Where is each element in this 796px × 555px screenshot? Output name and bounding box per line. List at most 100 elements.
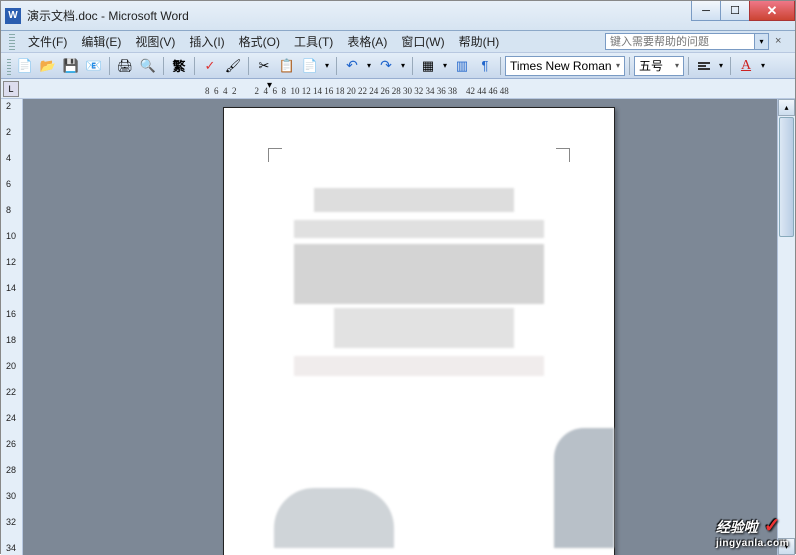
- undo-dropdown[interactable]: ▾: [364, 55, 374, 77]
- columns-button[interactable]: [451, 55, 473, 77]
- menu-format[interactable]: 格式(O): [232, 33, 287, 50]
- help-input[interactable]: [605, 33, 755, 50]
- separator: [500, 57, 501, 75]
- watermark: 经验啦 ✓ jingyanla.com: [716, 513, 789, 549]
- separator: [248, 57, 249, 75]
- format-painter-button[interactable]: [222, 55, 244, 77]
- align-button[interactable]: [693, 55, 715, 77]
- menu-insert[interactable]: 插入(I): [182, 33, 231, 50]
- save-button[interactable]: [60, 55, 82, 77]
- copy-button[interactable]: [276, 55, 298, 77]
- help-dropdown-icon[interactable]: ▾: [755, 33, 769, 50]
- paragraph-icon: [482, 58, 489, 73]
- menu-help[interactable]: 帮助(H): [452, 33, 507, 50]
- document-viewport[interactable]: [23, 99, 795, 555]
- separator: [163, 57, 164, 75]
- menu-edit[interactable]: 编辑(E): [74, 33, 128, 50]
- menu-close-icon[interactable]: ×: [775, 35, 789, 49]
- margin-mark-tr: [556, 148, 570, 162]
- font-name-value: Times New Roman: [510, 59, 612, 73]
- v-tick: 20: [6, 361, 16, 371]
- font-size-value: 五号: [639, 57, 663, 74]
- preview-button[interactable]: [137, 55, 159, 77]
- font-name-combo[interactable]: Times New Roman ▾: [505, 56, 625, 76]
- maximize-button[interactable]: ☐: [720, 1, 750, 21]
- ruler-ticks: 8 6 4 2 2 4 6 8 10 12 14 16 18 20 22 24 …: [205, 86, 509, 96]
- chevron-down-icon: ▾: [675, 61, 679, 70]
- paste-dropdown[interactable]: ▾: [322, 55, 332, 77]
- vertical-scrollbar[interactable]: ▴ ▾: [777, 99, 795, 555]
- mail-button[interactable]: [83, 55, 105, 77]
- horizontal-ruler-row: L 8 6 4 2 2 4 6 8 10 12 14 16 18 20 22 2…: [1, 79, 795, 99]
- separator: [629, 57, 630, 75]
- indent-marker-icon[interactable]: ▾: [267, 80, 272, 91]
- table-dropdown[interactable]: ▾: [440, 55, 450, 77]
- window-controls: ─ ☐ ✕: [692, 1, 795, 21]
- v-tick: 12: [6, 257, 16, 267]
- tab-selector[interactable]: L: [3, 81, 19, 97]
- menu-tools[interactable]: 工具(T): [287, 33, 340, 50]
- cut-button[interactable]: [253, 55, 275, 77]
- menu-view[interactable]: 视图(V): [128, 33, 182, 50]
- menu-file[interactable]: 文件(F): [21, 33, 74, 50]
- new-icon: [17, 58, 33, 74]
- paste-button[interactable]: [299, 55, 321, 77]
- check-icon: ✓: [764, 515, 781, 537]
- document-workspace: 2 2 4 6 8 10 12 14 16 18 20 22 24 26 28 …: [1, 99, 795, 555]
- scroll-thumb[interactable]: [779, 117, 794, 237]
- scroll-up-button[interactable]: ▴: [778, 99, 795, 116]
- standard-toolbar: 繁 ▾ ▾ ▾ ▾ Times New Roman ▾ 五号 ▾ ▾ A ▾: [1, 53, 795, 79]
- v-tick: 8: [6, 205, 11, 215]
- redacted-content: [274, 488, 394, 548]
- font-color-dropdown[interactable]: ▾: [758, 55, 768, 77]
- chevron-down-icon: ▾: [616, 61, 620, 70]
- undo-button[interactable]: [341, 55, 363, 77]
- cut-icon: [259, 58, 270, 74]
- open-button[interactable]: [37, 55, 59, 77]
- simplified-toggle[interactable]: 繁: [168, 55, 190, 77]
- redacted-content: [314, 188, 514, 212]
- redo-dropdown[interactable]: ▾: [398, 55, 408, 77]
- separator: [730, 57, 731, 75]
- align-left-icon: [698, 62, 710, 70]
- new-doc-button[interactable]: [14, 55, 36, 77]
- minimize-button[interactable]: ─: [691, 1, 721, 21]
- document-page[interactable]: [223, 107, 615, 555]
- insert-table-button[interactable]: [417, 55, 439, 77]
- undo-icon: [346, 57, 358, 74]
- menu-window[interactable]: 窗口(W): [394, 33, 451, 50]
- print-button[interactable]: [114, 55, 136, 77]
- preview-icon: [140, 58, 156, 74]
- separator: [194, 57, 195, 75]
- redacted-content: [334, 308, 514, 348]
- margin-mark-tl: [268, 148, 282, 162]
- v-tick: 24: [6, 413, 16, 423]
- menu-table[interactable]: 表格(A): [340, 33, 394, 50]
- align-dropdown[interactable]: ▾: [716, 55, 726, 77]
- font-color-button[interactable]: A: [735, 55, 757, 77]
- vertical-ruler[interactable]: 2 2 4 6 8 10 12 14 16 18 20 22 24 26 28 …: [1, 99, 23, 555]
- show-marks-button[interactable]: [474, 55, 496, 77]
- mail-icon: [86, 58, 102, 74]
- v-tick: 14: [6, 283, 16, 293]
- v-tick: 6: [6, 179, 11, 189]
- menu-bar: 文件(F) 编辑(E) 视图(V) 插入(I) 格式(O) 工具(T) 表格(A…: [1, 31, 795, 53]
- v-tick: 18: [6, 335, 16, 345]
- separator: [109, 57, 110, 75]
- spellcheck-button[interactable]: [199, 55, 221, 77]
- save-icon: [63, 58, 79, 74]
- font-size-combo[interactable]: 五号 ▾: [634, 56, 684, 76]
- print-icon: [117, 58, 134, 74]
- paste-icon: [302, 58, 318, 74]
- table-icon: [422, 58, 434, 74]
- redo-button[interactable]: [375, 55, 397, 77]
- menubar-grip: [9, 34, 15, 50]
- v-tick: 26: [6, 439, 16, 449]
- redo-icon: [380, 57, 392, 74]
- v-tick: 34: [6, 543, 16, 553]
- horizontal-ruler[interactable]: 8 6 4 2 2 4 6 8 10 12 14 16 18 20 22 24 …: [205, 81, 785, 97]
- close-button[interactable]: ✕: [749, 1, 795, 21]
- watermark-text: 经验啦: [716, 519, 758, 535]
- window-title: 演示文档.doc - Microsoft Word: [27, 7, 189, 24]
- v-tick: 22: [6, 387, 16, 397]
